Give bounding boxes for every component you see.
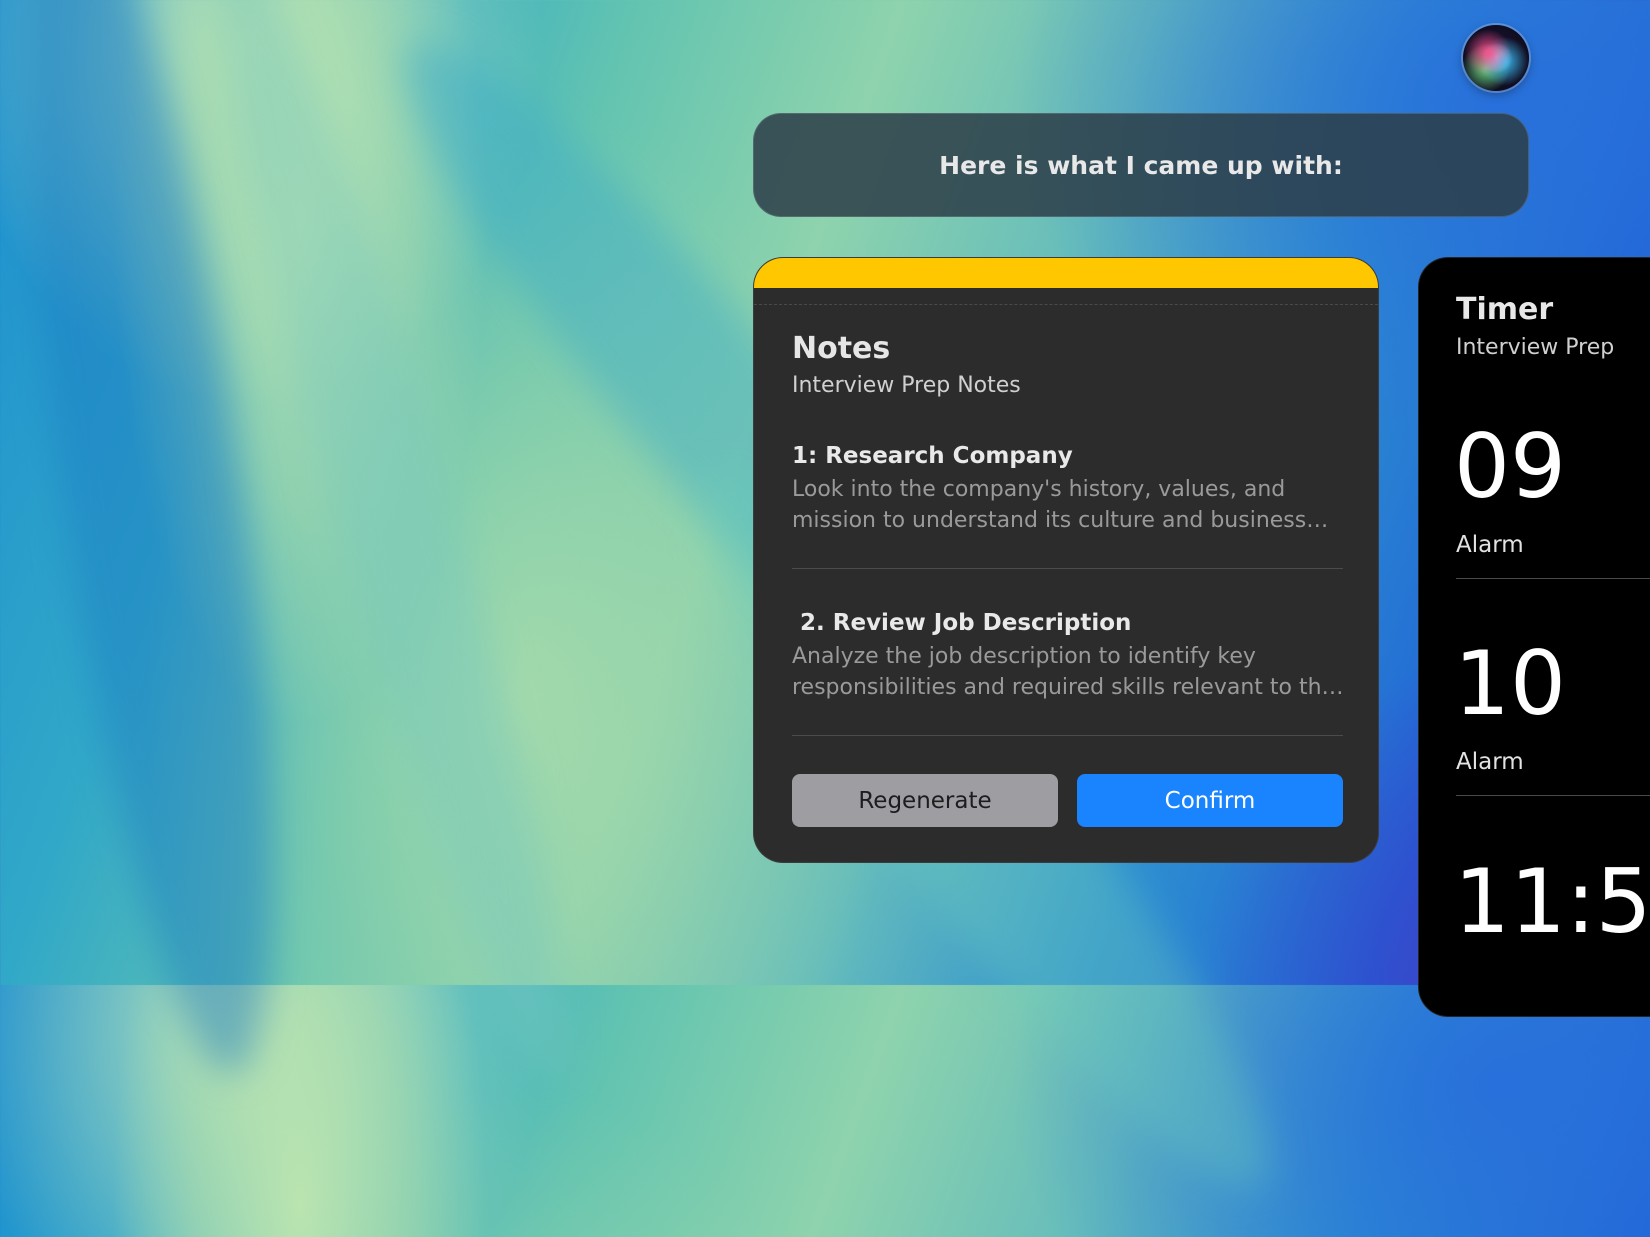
alarm-time[interactable]: 10 bbox=[1454, 640, 1566, 728]
note-item: 1: Research Company Look into the compan… bbox=[792, 440, 1344, 536]
alarm-label: Alarm bbox=[1456, 532, 1524, 558]
timer-subtitle: Interview Prep bbox=[1456, 335, 1615, 360]
siri-response-bubble: Here is what I came up with: bbox=[753, 113, 1529, 217]
regenerate-button[interactable]: Regenerate bbox=[792, 774, 1058, 827]
note-divider bbox=[792, 735, 1343, 736]
note-item-body: Look into the company's history, values,… bbox=[792, 477, 1307, 533]
alarm-divider bbox=[1456, 578, 1650, 579]
notes-document-title: Interview Prep Notes bbox=[792, 373, 1021, 398]
note-item-heading: 2. Review Job Description bbox=[792, 610, 1132, 636]
notes-app-title: Notes bbox=[792, 331, 891, 366]
notes-card: Notes Interview Prep Notes 1: Research C… bbox=[753, 257, 1379, 863]
note-item-heading: 1: Research Company bbox=[792, 443, 1073, 469]
wallpaper-streak bbox=[166, 0, 614, 1094]
timer-card: Timer Interview Prep 09 Alarm 10 Alarm 1… bbox=[1418, 257, 1650, 1017]
alarm-label: Alarm bbox=[1456, 749, 1524, 775]
wallpaper-streak bbox=[0, 0, 323, 1087]
notes-accent-bar bbox=[754, 258, 1378, 288]
response-text: Here is what I came up with: bbox=[939, 150, 1343, 180]
confirm-button[interactable]: Confirm bbox=[1077, 774, 1343, 827]
notes-dashed-divider bbox=[754, 304, 1378, 305]
note-item: 2. Review Job Description Analyze the jo… bbox=[792, 607, 1344, 703]
alarm-time[interactable]: 11:5 bbox=[1454, 858, 1650, 946]
alarm-time[interactable]: 09 bbox=[1454, 423, 1566, 511]
note-item-body: Analyze the job description to identify … bbox=[792, 644, 1336, 700]
timer-app-title: Timer bbox=[1456, 292, 1554, 327]
siri-orb-icon[interactable] bbox=[1463, 25, 1529, 91]
alarm-divider bbox=[1456, 795, 1650, 796]
note-divider bbox=[792, 568, 1343, 569]
